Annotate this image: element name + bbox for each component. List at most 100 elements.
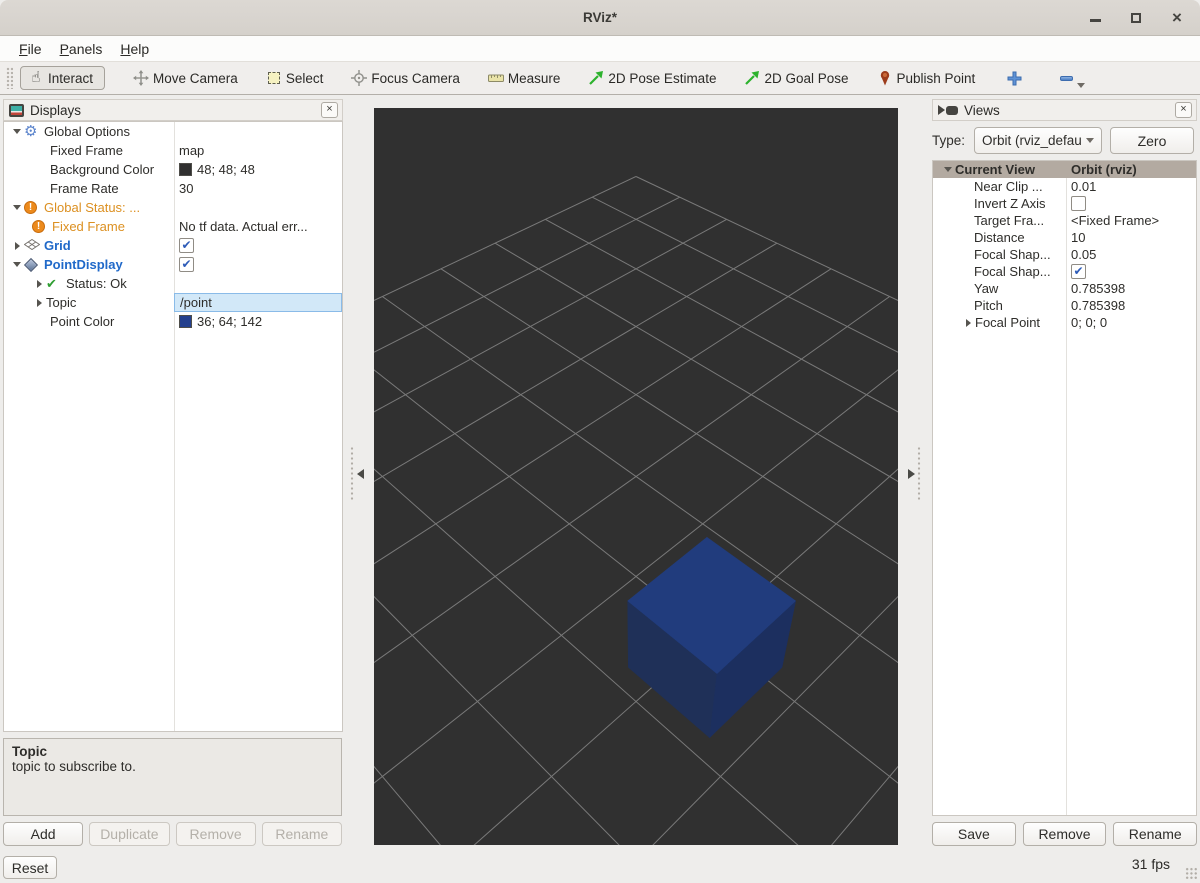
goal-pose-arrow-icon (744, 70, 760, 86)
rename-view-button[interactable]: Rename (1113, 822, 1197, 846)
help-text: topic to subscribe to. (12, 759, 333, 774)
topic-value-field[interactable]: /point (174, 293, 342, 312)
remove-tool-button[interactable] (1060, 76, 1073, 81)
collapse-left-icon[interactable] (357, 469, 364, 479)
toolbar-drag-handle[interactable] (6, 67, 13, 89)
grid-enabled-checkbox[interactable]: ✔ (179, 238, 194, 253)
titlebar: RViz* × (0, 0, 1200, 36)
tool-measure[interactable]: Measure (488, 70, 561, 86)
tree-row-current-view[interactable]: Current View Orbit (rviz) (933, 161, 1196, 178)
save-view-button[interactable]: Save (932, 822, 1016, 846)
minimize-icon (1090, 19, 1101, 22)
tree-row-focal-shape-fixed[interactable]: Focal Shap... ✔ (933, 263, 1196, 280)
publish-point-pin-icon (877, 70, 893, 86)
collapse-arrow-icon[interactable] (13, 205, 21, 210)
views-close-button[interactable]: × (1175, 102, 1192, 118)
tree-row-grid[interactable]: Grid ✔ (4, 236, 342, 255)
color-swatch[interactable] (179, 315, 192, 328)
displays-monitor-icon (9, 104, 24, 117)
tree-row-global-options[interactable]: ⚙ Global Options (4, 122, 342, 141)
splitter-dots[interactable] (350, 446, 354, 502)
collapse-arrow-icon[interactable] (13, 129, 21, 134)
tree-row-point-color[interactable]: Point Color 36; 64; 142 (4, 312, 342, 331)
chevron-down-icon (1086, 138, 1094, 143)
view-type-combobox[interactable]: Orbit (rviz_defau (974, 127, 1102, 154)
tool-2d-pose-estimate[interactable]: 2D Pose Estimate (588, 70, 716, 86)
tree-row-topic[interactable]: Topic /point (4, 293, 342, 312)
type-label: Type: (932, 133, 974, 148)
tree-row-fixed-frame[interactable]: Fixed Frame map (4, 141, 342, 160)
expand-arrow-icon[interactable] (15, 242, 20, 250)
gear-icon: ⚙ (24, 125, 44, 139)
toolbar-overflow-arrow-icon[interactable] (1077, 83, 1085, 88)
tree-row-status-ok[interactable]: ✔ Status: Ok (4, 274, 342, 293)
views-panel-title: Views (964, 103, 1000, 118)
tree-row-frame-rate[interactable]: Frame Rate 30 (4, 179, 342, 198)
tree-row-pitch[interactable]: Pitch 0.785398 (933, 297, 1196, 314)
tree-row-global-status[interactable]: ! Global Status: ... (4, 198, 342, 217)
add-tool-button[interactable] (1007, 71, 1022, 86)
tree-row-focal-shape-size[interactable]: Focal Shap... 0.05 (933, 246, 1196, 263)
tree-row-background-color[interactable]: Background Color 48; 48; 48 (4, 160, 342, 179)
menubar: File Panels Help (0, 36, 1200, 62)
tool-2d-goal-pose[interactable]: 2D Goal Pose (744, 70, 848, 86)
tree-row-focal-point[interactable]: Focal Point 0; 0; 0 (933, 314, 1196, 331)
tool-interact[interactable]: ☝ Interact (20, 66, 105, 90)
expand-arrow-icon[interactable] (966, 319, 971, 327)
tree-row-distance[interactable]: Distance 10 (933, 229, 1196, 246)
displays-panel-header[interactable]: Displays × (3, 99, 343, 121)
displays-close-button[interactable]: × (321, 102, 338, 118)
rename-button[interactable]: Rename (262, 822, 342, 846)
invert-z-checkbox[interactable]: ✔ (1071, 196, 1086, 211)
close-button[interactable]: × (1170, 11, 1184, 25)
3d-viewport[interactable] (374, 108, 898, 845)
maximize-button[interactable] (1129, 11, 1143, 25)
tree-row-status-fixed-frame[interactable]: ! Fixed Frame No tf data. Actual err... (4, 217, 342, 236)
pointdisplay-enabled-checkbox[interactable]: ✔ (179, 257, 194, 272)
warning-icon: ! (24, 201, 44, 214)
displays-tree: ⚙ Global Options Fixed Frame map Backgro… (3, 121, 343, 732)
collapse-arrow-icon[interactable] (944, 167, 952, 172)
remove-view-button[interactable]: Remove (1023, 822, 1107, 846)
right-splitter[interactable] (898, 95, 930, 852)
resize-grip[interactable] (1185, 867, 1198, 880)
zero-button[interactable]: Zero (1110, 127, 1194, 154)
displays-panel: Displays × ⚙ Global Options Fixed Frame … (0, 95, 345, 852)
reset-button[interactable]: Reset (3, 856, 57, 879)
collapse-right-icon[interactable] (908, 469, 915, 479)
tool-move-camera[interactable]: Move Camera (133, 70, 238, 86)
select-icon (266, 70, 282, 86)
statusbar: Reset 31 fps (0, 852, 1200, 883)
expand-arrow-icon[interactable] (37, 299, 42, 307)
remove-button[interactable]: Remove (176, 822, 256, 846)
main-area: Displays × ⚙ Global Options Fixed Frame … (0, 95, 1200, 852)
focal-shape-checkbox[interactable]: ✔ (1071, 264, 1086, 279)
add-button[interactable]: Add (3, 822, 83, 846)
splitter-dots[interactable] (917, 446, 921, 502)
toolbar: ☝ Interact Move Camera Select Focus Came… (0, 62, 1200, 95)
menu-help[interactable]: Help (111, 38, 158, 60)
tree-row-yaw[interactable]: Yaw 0.785398 (933, 280, 1196, 297)
tree-row-target-frame[interactable]: Target Fra... <Fixed Frame> (933, 212, 1196, 229)
tree-row-pointdisplay[interactable]: PointDisplay ✔ (4, 255, 342, 274)
tree-row-invert-z[interactable]: Invert Z Axis ✔ (933, 195, 1196, 212)
plus-icon (1007, 71, 1022, 86)
tool-select[interactable]: Select (266, 70, 324, 86)
duplicate-button[interactable]: Duplicate (89, 822, 169, 846)
tool-publish-point[interactable]: Publish Point (877, 70, 976, 86)
color-swatch[interactable] (179, 163, 192, 176)
fps-counter: 31 fps (1132, 856, 1170, 872)
views-camera-icon (938, 105, 958, 115)
collapse-arrow-icon[interactable] (13, 262, 21, 267)
views-panel-header[interactable]: Views × (932, 99, 1197, 121)
minimize-button[interactable] (1088, 11, 1102, 25)
menu-panels[interactable]: Panels (51, 38, 112, 60)
left-splitter[interactable] (345, 95, 374, 852)
tree-row-near-clip[interactable]: Near Clip ... 0.01 (933, 178, 1196, 195)
window-title: RViz* (0, 10, 1200, 25)
menu-file[interactable]: File (10, 38, 51, 60)
3d-scene-canvas[interactable] (374, 108, 898, 845)
expand-arrow-icon[interactable] (37, 280, 42, 288)
tool-focus-camera[interactable]: Focus Camera (351, 70, 460, 86)
status-ok-check-icon: ✔ (46, 276, 66, 292)
